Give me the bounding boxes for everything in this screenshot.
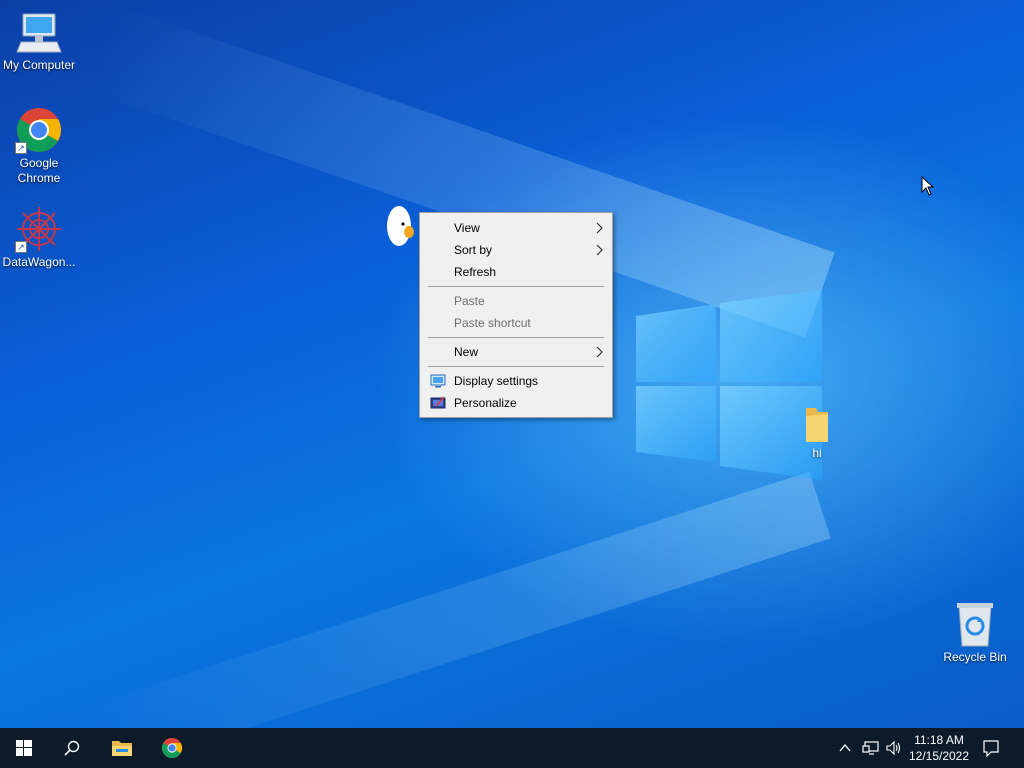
menu-item-new[interactable]: New xyxy=(422,341,610,363)
menu-separator xyxy=(428,337,604,338)
goose-icon xyxy=(387,206,414,246)
start-icon xyxy=(16,740,32,756)
chrome-icon xyxy=(161,737,183,759)
mouse-cursor-icon xyxy=(921,176,935,196)
menu-item-label: Display settings xyxy=(454,374,539,388)
menu-item-label: Paste xyxy=(454,294,485,308)
desktop[interactable]: My Computer ↗ Google Chrome ↗ DataWagon.… xyxy=(0,0,1024,728)
folder-icon xyxy=(802,404,832,444)
menu-item-view[interactable]: View xyxy=(422,217,610,239)
network-icon[interactable] xyxy=(862,740,880,756)
desktop-icon-datawagon[interactable]: ↗ DataWagon... xyxy=(0,205,78,270)
shortcut-arrow-icon: ↗ xyxy=(15,142,27,154)
desktop-context-menu: View Sort by Refresh Paste Paste shortcu… xyxy=(419,212,613,418)
desktop-icon-label: hi xyxy=(812,446,822,460)
desktop-icon-google-chrome[interactable]: ↗ Google Chrome xyxy=(0,106,78,186)
menu-item-label: Paste shortcut xyxy=(454,316,531,330)
computer-icon xyxy=(15,8,63,56)
menu-item-sort-by[interactable]: Sort by xyxy=(422,239,610,261)
chevron-right-icon xyxy=(596,244,603,256)
clock-date: 12/15/2022 xyxy=(908,749,970,763)
menu-item-label: View xyxy=(454,221,480,235)
menu-separator xyxy=(428,286,604,287)
chrome-taskbar-button[interactable] xyxy=(148,728,196,768)
search-button[interactable] xyxy=(48,728,96,768)
clock-time: 11:18 AM xyxy=(914,733,964,747)
menu-item-paste-shortcut[interactable]: Paste shortcut xyxy=(422,312,610,334)
display-icon xyxy=(430,374,446,388)
desktop-icon-recycle-bin[interactable]: Recycle Bin xyxy=(936,600,1014,665)
file-explorer-button[interactable] xyxy=(98,728,146,768)
personalize-icon xyxy=(430,396,446,409)
menu-item-label: Sort by xyxy=(454,243,493,257)
menu-separator xyxy=(428,366,604,367)
desktop-icon-label: DataWagon... xyxy=(2,255,76,269)
menu-item-label: New xyxy=(454,345,479,359)
desktop-icon-label: Google Chrome xyxy=(17,156,61,185)
start-button[interactable] xyxy=(0,728,48,768)
menu-item-label: Personalize xyxy=(454,396,517,410)
menu-item-refresh[interactable]: Refresh xyxy=(422,261,610,283)
action-center-icon[interactable] xyxy=(982,739,1000,757)
desktop-icon-hi-folder[interactable]: hi xyxy=(778,404,856,461)
chrome-icon: ↗ xyxy=(15,106,63,154)
file-explorer-icon xyxy=(112,741,132,756)
desktop-icon-my-computer[interactable]: My Computer xyxy=(0,8,78,73)
volume-icon[interactable] xyxy=(886,740,902,756)
datawagon-icon: ↗ xyxy=(15,205,63,253)
menu-item-label: Refresh xyxy=(454,265,497,279)
recycle-bin-icon xyxy=(951,600,999,648)
clock[interactable]: 11:18 AM 12/15/2022 xyxy=(906,732,972,764)
menu-item-personalize[interactable]: Personalize xyxy=(422,392,610,414)
desktop-icon-label: Recycle Bin xyxy=(943,650,1007,664)
chevron-up-icon[interactable] xyxy=(838,741,852,755)
search-icon xyxy=(64,740,80,756)
chevron-right-icon xyxy=(596,346,603,358)
taskbar: 11:18 AM 12/15/2022 xyxy=(0,728,1024,768)
chevron-right-icon xyxy=(596,222,603,234)
desktop-icon-label: My Computer xyxy=(2,58,76,72)
menu-item-paste[interactable]: Paste xyxy=(422,290,610,312)
light-beam xyxy=(67,471,831,728)
shortcut-arrow-icon: ↗ xyxy=(15,241,27,253)
menu-item-display-settings[interactable]: Display settings xyxy=(422,370,610,392)
